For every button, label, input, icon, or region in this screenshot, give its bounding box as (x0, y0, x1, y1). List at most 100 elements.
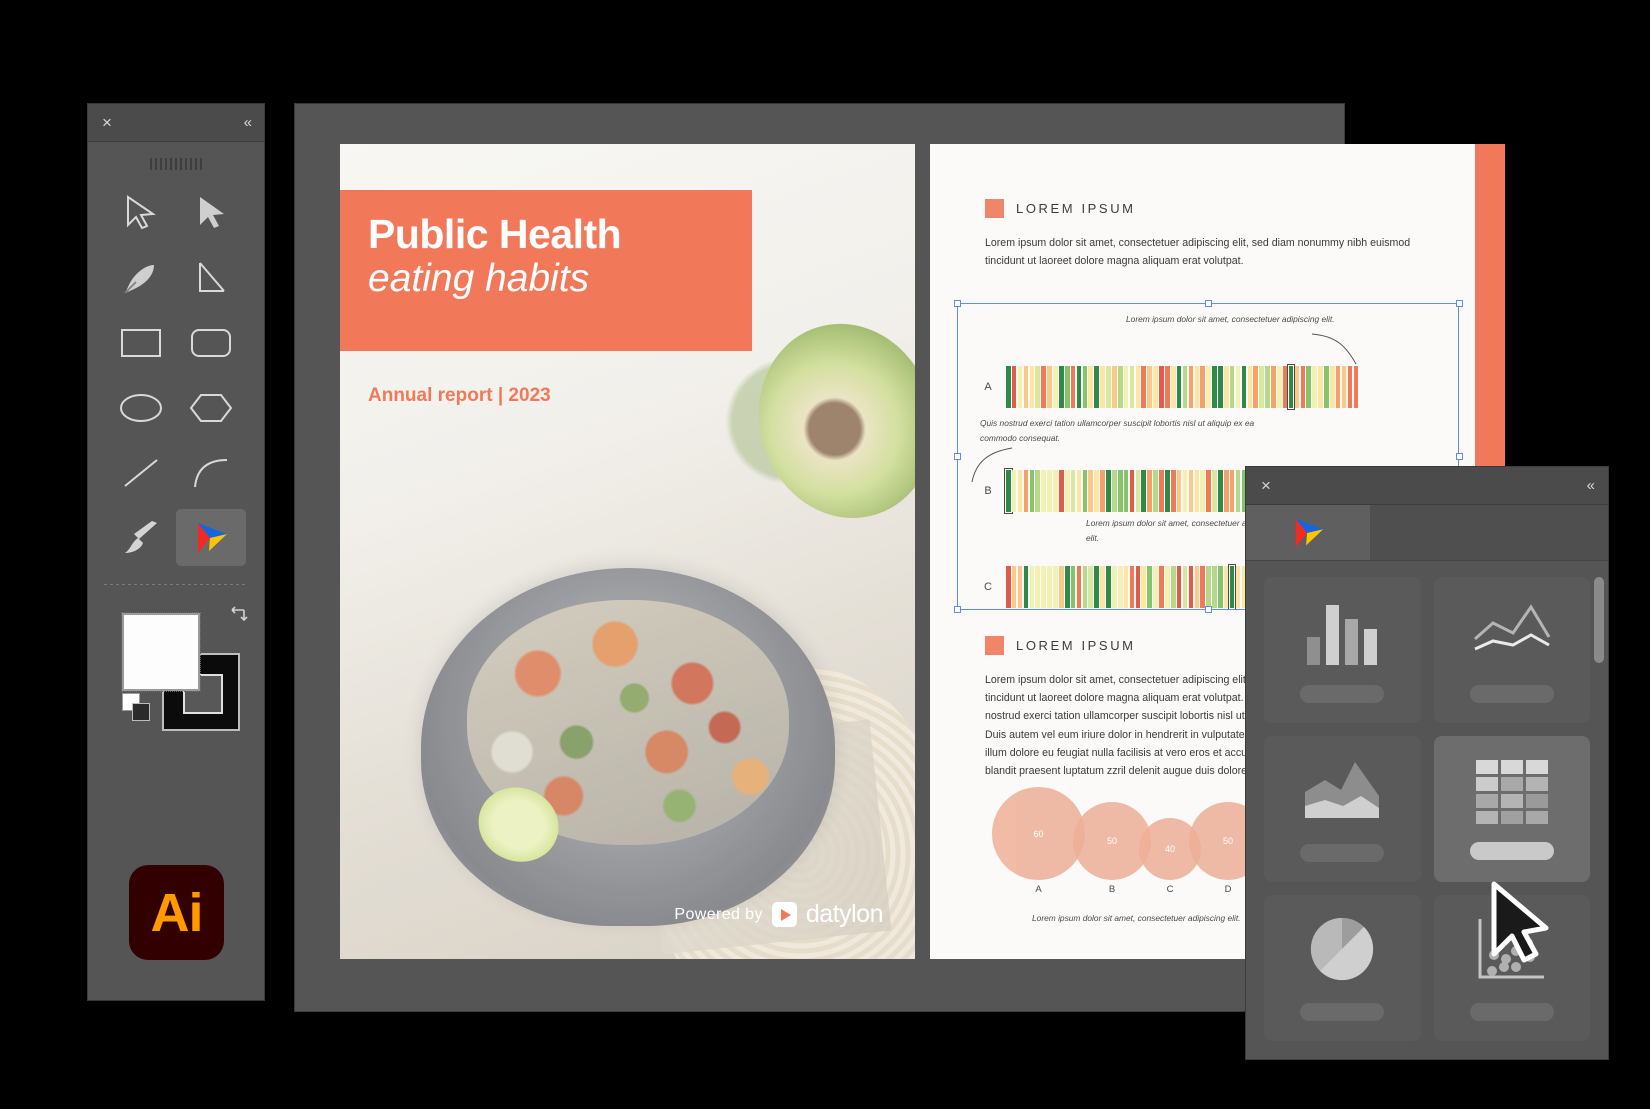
heatmap-bar (1276, 366, 1282, 408)
panel-grip[interactable] (150, 158, 202, 170)
close-icon[interactable]: × (102, 114, 112, 131)
datylon-chart-panel: × « (1246, 467, 1608, 1059)
heatmap-bar (1170, 566, 1176, 608)
heatmap-bar (1141, 566, 1147, 608)
tab-datylon-charts[interactable] (1246, 505, 1370, 560)
cover-page[interactable]: Public Health eating habits Annual repor… (340, 144, 915, 959)
paintbrush-tool[interactable] (106, 509, 176, 566)
cover-title-block: Public Health eating habits (340, 190, 752, 351)
heatmap-bar (1059, 566, 1064, 608)
rectangle-tool[interactable] (106, 314, 176, 371)
datylon-chart-tool[interactable] (176, 509, 246, 566)
chart-type-line-chart[interactable] (1433, 577, 1590, 723)
heatmap-bar (1312, 366, 1317, 408)
heatmap-bar (1159, 470, 1164, 512)
bubble-value: 50 (1222, 836, 1233, 846)
heatmap-bar (1228, 564, 1237, 610)
heatmap-row-a[interactable]: A (980, 364, 1359, 410)
datylon-play-icon (771, 902, 797, 927)
leader-line-a (1311, 333, 1357, 365)
selection-tool[interactable] (106, 184, 176, 241)
heatmap-bar (1159, 366, 1164, 408)
heatmap-bar (1041, 470, 1046, 512)
heatmap-bar (1271, 366, 1276, 408)
selection-handle-mr[interactable] (1456, 453, 1463, 460)
heatmap-bar (1194, 366, 1200, 408)
heatmap-bar (1165, 470, 1170, 512)
line-tool[interactable] (106, 444, 176, 501)
heatmap-bar (1064, 566, 1070, 608)
row-label-a: A (984, 381, 992, 393)
heatmap-bar (1170, 470, 1176, 512)
chart-type-bar-chart[interactable] (1264, 577, 1421, 723)
rounded-rectangle-tool[interactable] (176, 314, 246, 371)
chart-type-area-chart[interactable] (1264, 736, 1421, 882)
heatmap-bar (1088, 470, 1094, 512)
heatmap-bar (1176, 366, 1182, 408)
heatmap-bar (1324, 366, 1329, 408)
heatmap-bar (1286, 364, 1296, 410)
heatmap-bar (1059, 470, 1064, 512)
chart-type-scatter-plot[interactable] (1433, 895, 1590, 1041)
heatmap-bar (1259, 366, 1264, 408)
document-canvas: Public Health eating habits Annual repor… (295, 104, 1505, 1011)
heatmap-bar (1200, 566, 1205, 608)
swap-fill-stroke-icon[interactable] (228, 603, 250, 625)
heatmap-bar (1082, 366, 1088, 408)
direct-selection-tool[interactable] (176, 184, 246, 241)
chart-type-table[interactable] (1433, 736, 1590, 882)
selection-handle-tr[interactable] (1456, 300, 1463, 307)
datylon-logo-icon (198, 522, 227, 553)
illustrator-badge: Ai (129, 865, 224, 960)
heatmap-bar (1004, 468, 1013, 514)
selection-handle-tl[interactable] (954, 300, 961, 307)
chart-type-pie-chart[interactable] (1264, 895, 1421, 1041)
chart-type-label-placeholder (1300, 685, 1385, 703)
heatmap-bar (1100, 470, 1105, 512)
heatmap-bar (1112, 470, 1117, 512)
heatmap-bar (1341, 366, 1347, 408)
heatmap-bar (1247, 366, 1253, 408)
heatmap-bar (1117, 470, 1123, 512)
heatmap-bar (1059, 366, 1064, 408)
heatmap-bar (1006, 366, 1011, 408)
selection-handle-tc[interactable] (1205, 300, 1212, 307)
chart-type-label-placeholder (1300, 844, 1385, 862)
heatmap-bar (1182, 470, 1188, 512)
heatmap-row-c[interactable]: C (980, 564, 1264, 610)
heatmap-bar (1094, 470, 1099, 512)
polygon-tool[interactable] (176, 379, 246, 436)
fill-swatch[interactable] (121, 612, 201, 692)
heatmap-bar (1182, 366, 1188, 408)
heatmap-bar (1053, 470, 1058, 512)
curvature-tool[interactable] (176, 249, 246, 306)
collapse-icon[interactable]: « (244, 115, 252, 130)
heatmap-bar (1294, 366, 1300, 408)
row-label-c: C (984, 581, 992, 593)
selection-handle-bl[interactable] (954, 606, 961, 613)
panel-scrollbar[interactable] (1594, 577, 1604, 663)
collapse-icon[interactable]: « (1587, 478, 1595, 493)
pen-tool[interactable] (106, 249, 176, 306)
heatmap-bar (1194, 566, 1200, 608)
heatmap-bar (1306, 366, 1312, 408)
selection-handle-ml[interactable] (954, 453, 961, 460)
heatmap-bar (1017, 366, 1023, 408)
page-subtitle: eating habits (368, 257, 590, 300)
heatmap-bar (1112, 566, 1117, 608)
arc-tool[interactable] (176, 444, 246, 501)
heatmap-bar (1076, 566, 1082, 608)
ellipse-tool[interactable] (106, 379, 176, 436)
heatmap-bar (1135, 470, 1141, 512)
heatmap-bar (1029, 470, 1035, 512)
selection-handle-bc[interactable] (1205, 606, 1212, 613)
heatmap-bar (1223, 366, 1229, 408)
heatmap-bar (1159, 566, 1164, 608)
close-icon[interactable]: × (1261, 477, 1271, 494)
default-fill-stroke-icon[interactable] (122, 693, 152, 723)
heatmap-bar (1170, 366, 1176, 408)
heatmap-bar (1011, 566, 1017, 608)
tool-grid (88, 180, 264, 572)
bubble-value: 40 (1164, 844, 1175, 854)
illustrator-badge-label: Ai (150, 882, 204, 943)
